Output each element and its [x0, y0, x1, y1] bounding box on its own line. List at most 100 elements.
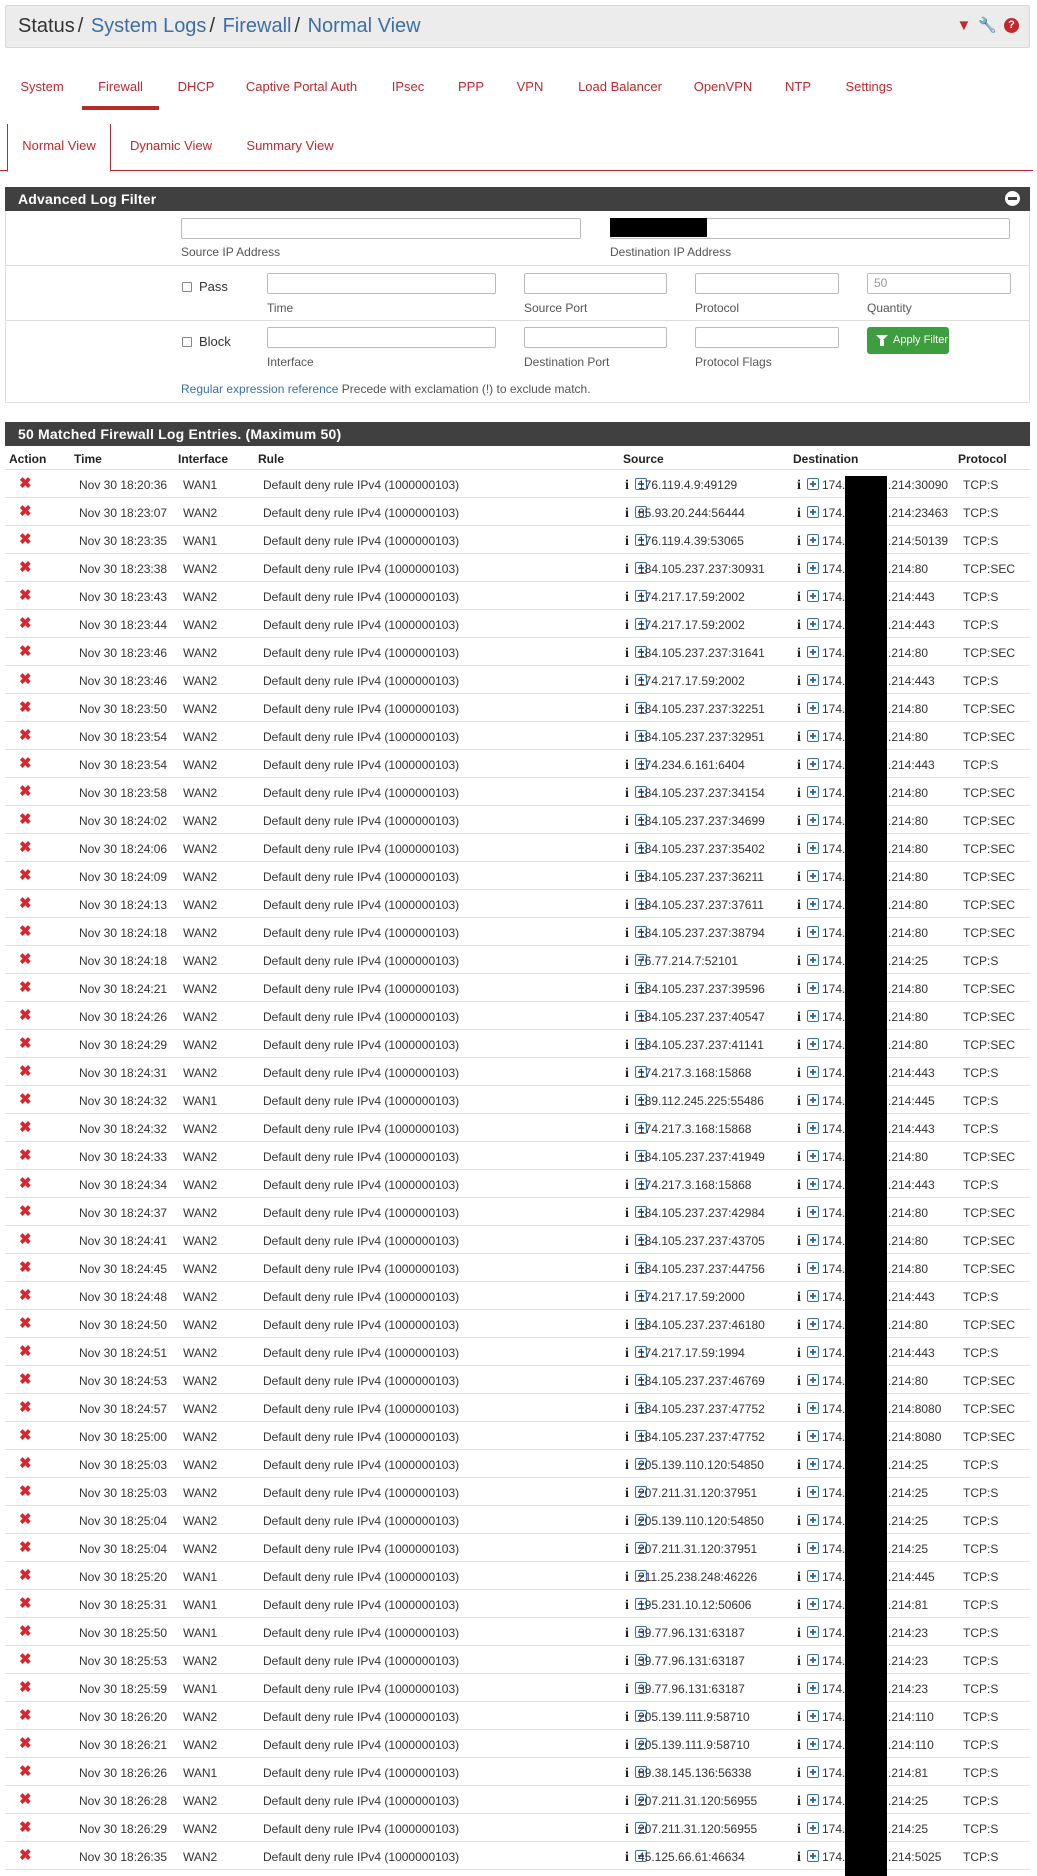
block-icon[interactable]: ✖ [19, 474, 32, 492]
info-icon[interactable]: i [625, 1542, 629, 1558]
add-filter-icon[interactable] [807, 1038, 819, 1050]
add-filter-icon[interactable] [807, 534, 819, 546]
info-icon[interactable]: i [797, 1150, 801, 1166]
info-icon[interactable]: i [625, 646, 629, 662]
info-icon[interactable]: i [797, 506, 801, 522]
add-filter-icon[interactable] [807, 1290, 819, 1302]
block-icon[interactable]: ✖ [19, 1818, 32, 1836]
info-icon[interactable]: i [625, 1010, 629, 1026]
log-rule[interactable]: Default deny rule IPv4 (1000000103) [263, 478, 459, 492]
add-filter-icon[interactable] [807, 870, 819, 882]
block-icon[interactable]: ✖ [19, 530, 32, 548]
info-icon[interactable]: i [625, 1430, 629, 1446]
info-icon[interactable]: i [625, 730, 629, 746]
block-icon[interactable]: ✖ [19, 642, 32, 660]
info-icon[interactable]: i [625, 478, 629, 494]
info-icon[interactable]: i [625, 786, 629, 802]
info-icon[interactable]: i [797, 1010, 801, 1026]
breadcrumb-firewall[interactable]: Firewall [223, 15, 292, 37]
add-filter-icon[interactable] [807, 618, 819, 630]
log-rule[interactable]: Default deny rule IPv4 (1000000103) [263, 1486, 459, 1500]
log-rule[interactable]: Default deny rule IPv4 (1000000103) [263, 1654, 459, 1668]
log-rule[interactable]: Default deny rule IPv4 (1000000103) [263, 1122, 459, 1136]
tab-firewall[interactable]: Firewall [82, 64, 159, 110]
block-icon[interactable]: ✖ [19, 1594, 32, 1612]
block-icon[interactable]: ✖ [19, 586, 32, 604]
info-icon[interactable]: i [625, 1234, 629, 1250]
info-icon[interactable]: i [625, 674, 629, 690]
log-rule[interactable]: Default deny rule IPv4 (1000000103) [263, 842, 459, 856]
info-icon[interactable]: i [625, 1514, 629, 1530]
block-icon[interactable]: ✖ [19, 1202, 32, 1220]
add-filter-icon[interactable] [807, 1654, 819, 1666]
info-icon[interactable]: i [625, 898, 629, 914]
info-icon[interactable]: i [625, 1206, 629, 1222]
block-icon[interactable]: ✖ [19, 502, 32, 520]
col-interface[interactable]: Interface [178, 452, 228, 466]
info-icon[interactable]: i [797, 1402, 801, 1418]
log-rule[interactable]: Default deny rule IPv4 (1000000103) [263, 674, 459, 688]
quantity-input[interactable]: 50 [867, 273, 1011, 294]
info-icon[interactable]: i [797, 1066, 801, 1082]
block-icon[interactable]: ✖ [19, 670, 32, 688]
protocol-flags-input[interactable] [695, 327, 839, 348]
block-icon[interactable]: ✖ [19, 782, 32, 800]
info-icon[interactable]: i [797, 1206, 801, 1222]
log-rule[interactable]: Default deny rule IPv4 (1000000103) [263, 1206, 459, 1220]
info-icon[interactable]: i [797, 618, 801, 634]
add-filter-icon[interactable] [807, 1458, 819, 1470]
add-filter-icon[interactable] [807, 786, 819, 798]
add-filter-icon[interactable] [807, 1822, 819, 1834]
add-filter-icon[interactable] [807, 1318, 819, 1330]
add-filter-icon[interactable] [807, 1234, 819, 1246]
info-icon[interactable]: i [797, 1038, 801, 1054]
info-icon[interactable]: i [797, 758, 801, 774]
block-icon[interactable]: ✖ [19, 810, 32, 828]
tab-captive-portal-auth[interactable]: Captive Portal Auth [240, 64, 363, 110]
block-icon[interactable]: ✖ [19, 1734, 32, 1752]
block-icon[interactable]: ✖ [19, 698, 32, 716]
info-icon[interactable]: i [625, 1570, 629, 1586]
block-icon[interactable]: ✖ [19, 1118, 32, 1136]
log-rule[interactable]: Default deny rule IPv4 (1000000103) [263, 926, 459, 940]
info-icon[interactable]: i [625, 1038, 629, 1054]
block-icon[interactable]: ✖ [19, 1174, 32, 1192]
col-destination[interactable]: Destination [793, 452, 858, 466]
log-rule[interactable]: Default deny rule IPv4 (1000000103) [263, 1374, 459, 1388]
block-icon[interactable]: ✖ [19, 978, 32, 996]
info-icon[interactable]: i [797, 814, 801, 830]
tab-load-balancer[interactable]: Load Balancer [573, 64, 667, 110]
log-rule[interactable]: Default deny rule IPv4 (1000000103) [263, 898, 459, 912]
log-rule[interactable]: Default deny rule IPv4 (1000000103) [263, 1010, 459, 1024]
info-icon[interactable]: i [625, 1374, 629, 1390]
block-icon[interactable]: ✖ [19, 1286, 32, 1304]
info-icon[interactable]: i [625, 1822, 629, 1838]
block-icon[interactable]: ✖ [19, 754, 32, 772]
block-icon[interactable]: ✖ [19, 1062, 32, 1080]
add-filter-icon[interactable] [807, 1738, 819, 1750]
filter-icon[interactable]: ▼ [956, 18, 971, 34]
log-rule[interactable]: Default deny rule IPv4 (1000000103) [263, 982, 459, 996]
col-time[interactable]: Time [74, 452, 102, 466]
add-filter-icon[interactable] [807, 1374, 819, 1386]
info-icon[interactable]: i [797, 1486, 801, 1502]
block-icon[interactable]: ✖ [19, 1846, 32, 1864]
info-icon[interactable]: i [797, 898, 801, 914]
log-rule[interactable]: Default deny rule IPv4 (1000000103) [263, 1850, 459, 1864]
info-icon[interactable]: i [625, 1402, 629, 1418]
add-filter-icon[interactable] [807, 1066, 819, 1078]
info-icon[interactable]: i [625, 1794, 629, 1810]
info-icon[interactable]: i [625, 534, 629, 550]
info-icon[interactable]: i [797, 730, 801, 746]
info-icon[interactable]: i [797, 1290, 801, 1306]
info-icon[interactable]: i [797, 1710, 801, 1726]
info-icon[interactable]: i [625, 506, 629, 522]
add-filter-icon[interactable] [807, 1122, 819, 1134]
info-icon[interactable]: i [625, 1682, 629, 1698]
log-rule[interactable]: Default deny rule IPv4 (1000000103) [263, 786, 459, 800]
subtab-normal-view[interactable]: Normal View [7, 124, 111, 172]
collapse-icon[interactable] [1005, 191, 1020, 206]
log-rule[interactable]: Default deny rule IPv4 (1000000103) [263, 1318, 459, 1332]
info-icon[interactable]: i [797, 646, 801, 662]
log-rule[interactable]: Default deny rule IPv4 (1000000103) [263, 1822, 459, 1836]
